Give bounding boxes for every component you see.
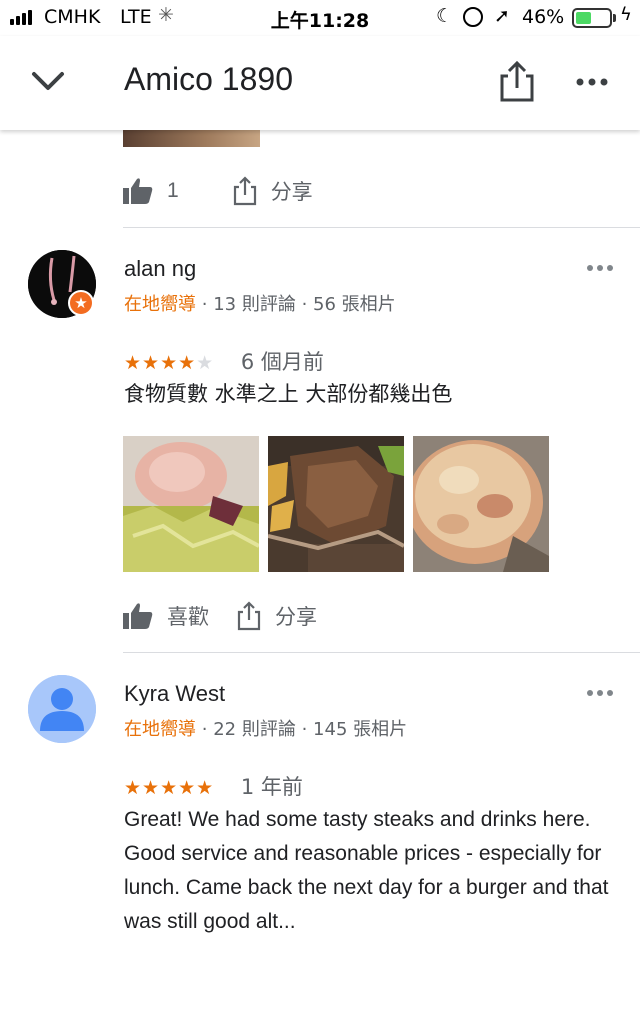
share-icon[interactable] (498, 60, 536, 104)
review-text[interactable]: Great! We had some tasty steaks and drin… (124, 803, 614, 939)
photos-count: 145 張相片 (313, 719, 408, 740)
review-time: 6 個月前 (240, 350, 324, 374)
battery-percent: 46% (522, 6, 565, 28)
reviewer-name[interactable]: Kyra West (124, 681, 225, 707)
review-text: 食物質數 水準之上 大部份都幾出色 (124, 382, 453, 406)
divider (123, 227, 640, 228)
page-title: Amico 1890 (124, 61, 293, 97)
rating-line: ★★★★★ 6 個月前 (124, 346, 324, 376)
review-photo[interactable] (413, 436, 549, 572)
status-bar: CMHK LTE ✳ 上午11:28 ☾ ➚ 46% ϟ (0, 0, 640, 36)
thumbs-up-icon[interactable] (123, 177, 153, 205)
more-horizontal-icon[interactable] (574, 72, 610, 92)
avatar[interactable] (28, 675, 96, 743)
share-label[interactable]: 分享 (275, 601, 317, 631)
star-rating: ★★★★★ (124, 352, 215, 374)
reviews-list[interactable]: 1 分享 ★ alan ng 在地嚮導 · 13 則評論 · 56 張相片 ★★… (0, 130, 640, 1024)
rotation-lock-icon (463, 7, 483, 27)
location-icon: ➚ (494, 5, 510, 27)
app-header: Amico 1890 (0, 36, 640, 130)
reviews-count: 22 則評論 (213, 719, 296, 740)
review-actions: 1 分享 (123, 171, 313, 211)
do-not-disturb-icon: ☾ (436, 5, 454, 27)
reviews-count: 13 則評論 (213, 294, 296, 315)
star-rating: ★★★★★ (124, 777, 215, 799)
battery-tip (613, 14, 616, 22)
battery-fill (576, 12, 591, 24)
local-guide-label: 在地嚮導 (124, 294, 196, 315)
chevron-down-icon[interactable] (28, 64, 68, 100)
review-time: 1 年前 (240, 775, 303, 799)
review-actions: 喜歡 分享 (123, 596, 317, 636)
more-horizontal-icon[interactable] (585, 262, 615, 274)
thumbs-up-icon[interactable] (123, 602, 153, 630)
review-photos (123, 436, 563, 572)
share-label[interactable]: 分享 (271, 176, 313, 206)
like-count[interactable]: 1 (167, 179, 179, 203)
review-photo[interactable] (268, 436, 404, 572)
review-photo[interactable] (123, 130, 260, 147)
reviewer-meta: 在地嚮導 · 13 則評論 · 56 張相片 (124, 294, 396, 315)
local-guide-badge-icon: ★ (68, 290, 94, 316)
photos-count: 56 張相片 (313, 294, 396, 315)
share-icon[interactable] (233, 176, 257, 206)
local-guide-label: 在地嚮導 (124, 719, 196, 740)
share-icon[interactable] (237, 601, 261, 631)
divider (123, 652, 640, 653)
more-horizontal-icon[interactable] (585, 687, 615, 699)
like-label[interactable]: 喜歡 (167, 601, 209, 631)
rating-line: ★★★★★ 1 年前 (124, 771, 303, 801)
review-photo[interactable] (123, 436, 259, 572)
charging-icon: ϟ (620, 4, 632, 25)
battery-icon (572, 8, 612, 28)
reviewer-meta: 在地嚮導 · 22 則評論 · 145 張相片 (124, 719, 408, 740)
reviewer-name[interactable]: alan ng (124, 256, 196, 282)
